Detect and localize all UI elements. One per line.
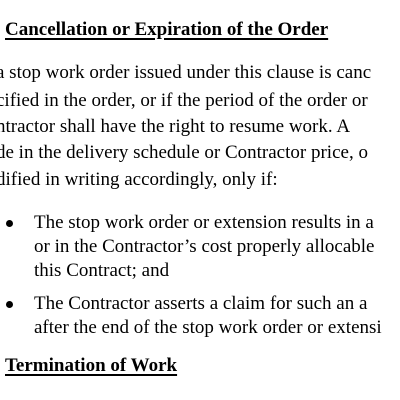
paragraph-line: a stop work order issued under this clau…	[0, 62, 372, 83]
list-item-line: or in the Contractor’s cost properly all…	[34, 236, 375, 257]
bullet-icon	[6, 220, 13, 227]
paragraph-line: ntractor shall have the right to resume …	[0, 116, 351, 137]
bullet-icon	[6, 301, 13, 308]
paragraph-line: dified in writing accordingly, only if:	[0, 169, 278, 190]
section-heading-termination: Termination of Work	[5, 355, 178, 376]
paragraph-line: cified in the order, or if the period of…	[0, 90, 368, 111]
list-item-line: after the end of the stop work order or …	[34, 317, 382, 338]
paragraph-line: de in the delivery schedule or Contracto…	[0, 142, 368, 163]
list-item-line: The stop work order or extension results…	[34, 212, 374, 233]
section-heading-cancellation: Cancellation or Expiration of the Order	[5, 19, 329, 40]
list-item-line: The Contractor asserts a claim for such …	[34, 293, 368, 314]
list-item-line: this Contract; and	[34, 260, 170, 281]
